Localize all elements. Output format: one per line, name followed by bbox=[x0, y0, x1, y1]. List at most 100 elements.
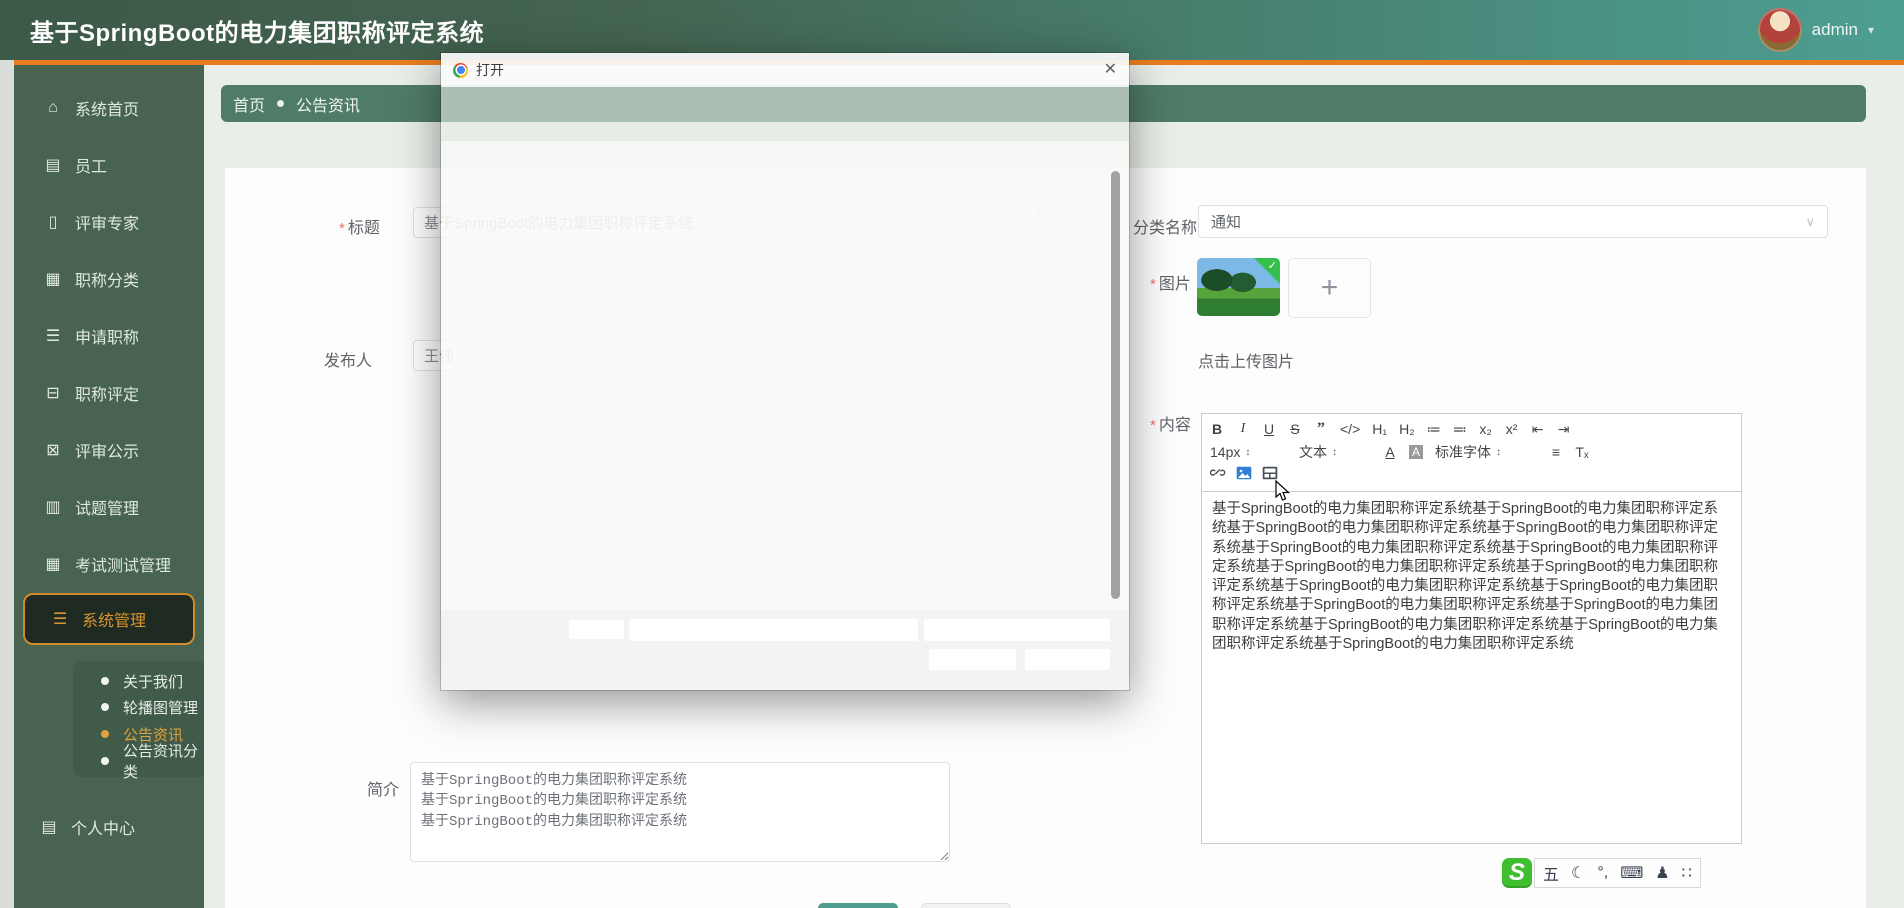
underline-button[interactable]: U bbox=[1262, 421, 1276, 437]
ime-keyboard-icon[interactable]: ⌨ bbox=[1620, 863, 1643, 883]
bullet-list-button[interactable]: ≕ bbox=[1453, 421, 1467, 438]
sogou-logo-icon[interactable]: S bbox=[1502, 858, 1532, 888]
chrome-icon bbox=[453, 62, 468, 78]
dialog-titlebar[interactable]: 打开 ✕ bbox=[441, 53, 1129, 87]
ime-toolbar: S 五 ☾ °, ⌨ ♟ ∷ bbox=[1502, 858, 1701, 888]
submenu-item-announcement-category[interactable]: 公告资讯分类 bbox=[73, 743, 204, 781]
ime-toolbox-icon[interactable]: ∷ bbox=[1682, 863, 1692, 883]
user-name: admin bbox=[1811, 20, 1858, 39]
document-icon: ▤ bbox=[41, 819, 57, 836]
ime-punctuation-icon[interactable]: °, bbox=[1597, 864, 1608, 882]
plus-icon: + bbox=[1320, 271, 1339, 304]
submenu-item-about-us[interactable]: 关于我们 bbox=[73, 668, 204, 694]
filename-input[interactable] bbox=[629, 619, 918, 641]
sidebar-item-apply-title[interactable]: ☰ 申请职称 bbox=[14, 319, 204, 353]
app-title: 基于SpringBoot的电力集团职称评定系统 bbox=[30, 19, 485, 47]
sidebar-item-review-publicity[interactable]: ⊠ 评审公示 bbox=[14, 433, 204, 467]
category-value: 通知 bbox=[1211, 214, 1242, 231]
clear-format-button[interactable]: Tₓ bbox=[1575, 444, 1589, 460]
sidebar-item-exam-questions[interactable]: ▥ 试题管理 bbox=[14, 490, 204, 524]
submenu-item-label: 公告资讯分类 bbox=[123, 743, 199, 781]
filename-label bbox=[569, 620, 624, 639]
menu-icon: ☰ bbox=[52, 611, 68, 628]
link-icon[interactable] bbox=[1209, 466, 1226, 485]
sidebar-item-exam-test[interactable]: ▦ 考试测试管理 bbox=[14, 547, 204, 581]
app-window: 基于SpringBoot的电力集团职称评定系统 admin ▾ ⌂ 系统首页 ▤… bbox=[0, 0, 1904, 908]
sidebar-item-label: 评审专家 bbox=[75, 216, 140, 233]
subscript-button[interactable]: x₂ bbox=[1479, 421, 1493, 437]
clipboard-icon: ▯ bbox=[48, 214, 58, 231]
header2-button[interactable]: H₂ bbox=[1399, 421, 1415, 437]
indent-button[interactable]: ⇥ bbox=[1557, 421, 1571, 438]
user-avatar[interactable] bbox=[1757, 8, 1802, 52]
home-icon: ⌂ bbox=[48, 99, 58, 116]
bold-button[interactable]: B bbox=[1210, 421, 1224, 437]
check-icon: ✓ bbox=[1267, 260, 1277, 272]
bullet-icon bbox=[101, 730, 109, 738]
sidebar-item-experts[interactable]: ▯ 评审专家 bbox=[14, 205, 204, 239]
font-family-select[interactable]: 标准字体 ↕ bbox=[1435, 442, 1535, 462]
image-icon[interactable] bbox=[1236, 466, 1252, 485]
close-icon[interactable]: ✕ bbox=[1104, 62, 1117, 78]
dialog-file-list[interactable] bbox=[441, 141, 1129, 610]
publisher-label: 发布人 bbox=[324, 353, 373, 370]
text-color-button[interactable]: A bbox=[1383, 444, 1397, 460]
breadcrumb-home[interactable]: 首页 bbox=[233, 92, 265, 116]
editor-toolbar: B I U S ” </> H₁ H₂ ≔ ≕ x₂ x² ⇤ ⇥ 14px ↕… bbox=[1201, 413, 1742, 492]
briefcase-icon: ⊟ bbox=[46, 385, 60, 402]
format-select[interactable]: 文本 ↕ bbox=[1299, 442, 1369, 462]
ime-account-icon[interactable]: ♟ bbox=[1655, 863, 1669, 883]
dialog-title: 打开 bbox=[476, 62, 504, 78]
user-menu[interactable]: admin ▾ bbox=[1757, 8, 1874, 52]
header1-button[interactable]: H₁ bbox=[1372, 421, 1387, 437]
ime-wubi-icon[interactable]: 五 bbox=[1543, 861, 1559, 885]
sidebar-item-title-category[interactable]: ▦ 职称分类 bbox=[14, 262, 204, 296]
book-icon: ▥ bbox=[45, 499, 61, 516]
dialog-scrollbar[interactable] bbox=[1111, 171, 1120, 599]
sidebar-item-employee[interactable]: ▤ 员工 bbox=[14, 148, 204, 182]
outdent-button[interactable]: ⇤ bbox=[1531, 421, 1545, 438]
intro-textarea[interactable]: 基于SpringBoot的电力集团职称评定系统 基于SpringBoot的电力集… bbox=[410, 762, 950, 862]
sidebar-item-title-evaluation[interactable]: ⊟ 职称评定 bbox=[14, 376, 204, 410]
open-file-dialog: 打开 ✕ bbox=[441, 53, 1129, 690]
sidebar-item-label: 评审公示 bbox=[75, 444, 140, 461]
cancel-button[interactable] bbox=[921, 903, 1011, 908]
cancel-dialog-button[interactable] bbox=[1025, 649, 1110, 670]
sidebar: ⌂ 系统首页 ▤ 员工 ▯ 评审专家 ▦ 职称分类 ☰ 申请职称 ⊟ 职称评定 … bbox=[14, 65, 204, 908]
chevron-down-icon: ∨ bbox=[1805, 213, 1815, 229]
sidebar-item-label: 职称分类 bbox=[75, 273, 140, 290]
submenu-item-carousel[interactable]: 轮播图管理 bbox=[73, 694, 204, 720]
image-label: * 图片 bbox=[1150, 276, 1191, 293]
italic-button[interactable]: I bbox=[1236, 421, 1250, 437]
blockquote-button[interactable]: ” bbox=[1314, 420, 1328, 438]
category-select[interactable]: 通知 ∨ bbox=[1198, 205, 1828, 238]
uploaded-image-thumbnail[interactable]: ✓ bbox=[1197, 258, 1280, 316]
clipboard-x-icon: ⊠ bbox=[46, 442, 60, 459]
font-size-select[interactable]: 14px ↕ bbox=[1210, 444, 1285, 460]
dialog-footer bbox=[441, 610, 1129, 690]
editor-content[interactable]: 基于SpringBoot的电力集团职称评定系统基于SpringBoot的电力集团… bbox=[1201, 492, 1742, 844]
strikethrough-button[interactable]: S bbox=[1288, 421, 1302, 437]
sidebar-item-label: 考试测试管理 bbox=[75, 558, 172, 575]
add-image-button[interactable]: + bbox=[1288, 258, 1371, 318]
grid-icon: ▦ bbox=[45, 556, 61, 573]
ime-halfwidth-moon-icon[interactable]: ☾ bbox=[1571, 863, 1585, 883]
code-button[interactable]: </> bbox=[1340, 421, 1360, 437]
sidebar-item-personal-center[interactable]: ▤ 个人中心 bbox=[14, 810, 204, 844]
system-management-submenu: 关于我们 轮播图管理 公告资讯 公告资讯分类 bbox=[73, 661, 204, 781]
caret-down-icon: ▾ bbox=[1867, 23, 1874, 37]
align-button[interactable]: ≡ bbox=[1549, 444, 1563, 460]
filetype-select[interactable] bbox=[924, 619, 1110, 641]
category-label: 分类名称 bbox=[1133, 220, 1198, 237]
video-icon[interactable] bbox=[1262, 466, 1278, 485]
submit-button[interactable] bbox=[818, 903, 898, 908]
sidebar-item-system-management[interactable]: ☰ 系统管理 bbox=[23, 593, 195, 645]
list-icon: ☰ bbox=[45, 328, 61, 345]
ordered-list-button[interactable]: ≔ bbox=[1427, 421, 1441, 438]
superscript-button[interactable]: x² bbox=[1505, 421, 1519, 437]
submenu-item-label: 关于我们 bbox=[123, 673, 184, 691]
open-button[interactable] bbox=[929, 649, 1016, 670]
sidebar-item-home[interactable]: ⌂ 系统首页 bbox=[14, 91, 204, 125]
background-color-button[interactable]: A bbox=[1409, 445, 1423, 459]
updown-icon: ↕ bbox=[1245, 446, 1251, 458]
